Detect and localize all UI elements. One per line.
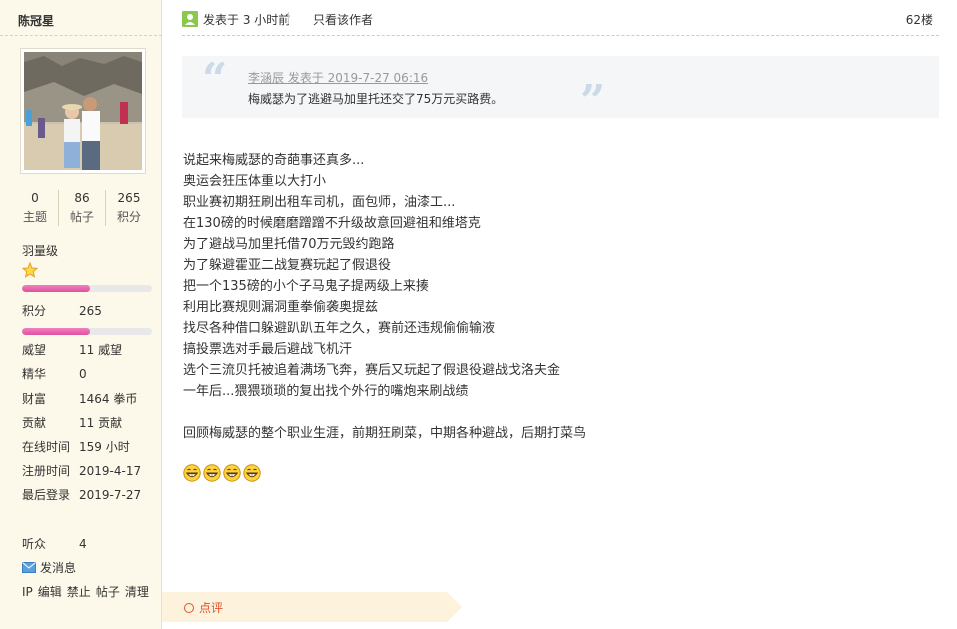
stat-value: 0	[31, 191, 39, 205]
star-icon	[22, 262, 38, 278]
quote-text: 梅威瑟为了逃避马加里托还交了75万元买路费。	[248, 92, 504, 106]
post-line: 把一个135磅的小个子马鬼子提两级上来揍	[183, 279, 429, 294]
comment-button[interactable]: 点评	[184, 599, 223, 616]
info-value: 2019-4-17	[79, 464, 142, 478]
comment-icon	[184, 602, 194, 613]
stat-points[interactable]: 265 积分	[106, 190, 152, 226]
avatar-photo	[24, 52, 142, 170]
info-label: 在线时间	[22, 440, 71, 454]
post-line: 为了躲避霍亚二战复赛玩起了假退役	[183, 258, 392, 273]
stat-label: 积分	[116, 210, 141, 224]
admin-link-posts[interactable]: 帖子	[96, 585, 120, 599]
comment-label: 点评	[199, 601, 224, 615]
admin-link-ip[interactable]: IP	[22, 585, 33, 599]
emoji-row	[183, 464, 263, 482]
post-line: 为了避战马加里托借70万元毁约跑路	[183, 237, 395, 252]
info-row-prestige: 威望 11 威望	[22, 341, 122, 358]
open-quote-icon: “	[202, 54, 228, 105]
info-value: 11 贡献	[79, 416, 123, 430]
info-value: 159 小时	[79, 440, 130, 454]
admin-link-edit[interactable]: 编辑	[38, 585, 62, 599]
post-line: 利用比赛规则漏洞重拳偷袭奥提兹	[183, 300, 379, 315]
close-quote-icon: ”	[580, 76, 606, 127]
info-value: 11 威望	[79, 343, 123, 357]
post-line: 找尽各种借口躲避趴趴五年之久，赛前还违规偷偷输液	[183, 321, 496, 336]
post-line: 在130磅的时候磨磨蹭蹭不升级故意回避祖和维塔克	[183, 216, 481, 231]
post-content: 说起来梅威瑟的奇葩事还真多... 奥运会狂压体重以大打小职业赛初期狂刷出租车司机，…	[183, 150, 923, 444]
admin-links: IP 编辑 禁止 帖子 清理	[22, 583, 154, 600]
grin-emoji-icon	[243, 464, 261, 482]
stat-posts[interactable]: 86 帖子	[59, 190, 106, 226]
info-value: 2019-7-27	[79, 488, 142, 502]
stat-value: 86	[74, 191, 90, 205]
info-row-online-time: 在线时间 159 小时	[22, 438, 130, 455]
points-label: 积分	[22, 304, 47, 318]
info-label: 精华	[22, 367, 47, 381]
info-label: 听众	[22, 537, 47, 551]
info-label: 贡献	[22, 416, 47, 430]
points-progress-bar	[22, 328, 152, 335]
floor-number[interactable]: 62楼	[906, 11, 933, 28]
divider	[182, 35, 939, 36]
points-progress-fill	[22, 328, 90, 335]
send-message-link[interactable]: 发消息	[22, 559, 76, 576]
post-time: 发表于 3 小时前	[203, 13, 291, 27]
quote-source-link[interactable]: 李涵辰 发表于 2019-7-27 06:16	[248, 69, 428, 86]
user-level[interactable]: 羽量级	[22, 242, 58, 259]
info-row-register-date: 注册时间 2019-4-17	[22, 462, 141, 479]
post-header: 发表于 3 小时前 只看该作者 62楼	[182, 10, 939, 28]
stat-label: 帖子	[69, 210, 94, 224]
author-name[interactable]: 陈冠星	[18, 12, 54, 29]
info-label: 财富	[22, 392, 47, 406]
mail-icon	[22, 562, 36, 573]
admin-link-clean[interactable]: 清理	[125, 585, 149, 599]
listeners-value[interactable]: 4	[79, 537, 87, 551]
send-message-label: 发消息	[40, 561, 77, 575]
info-row-wealth: 财富 1464 拳币	[22, 390, 137, 407]
info-label: 威望	[22, 343, 47, 357]
post-line: 职业赛初期狂刷出租车司机，面包师，油漆工...	[183, 195, 456, 210]
info-row-last-login: 最后登录 2019-7-27	[22, 486, 141, 503]
level-progress-bar	[22, 285, 152, 292]
info-row-digest: 精华 0	[22, 365, 87, 382]
post-line: 选个三流贝托被追着满场飞奔，赛后又玩起了假退役避战戈洛夫金	[183, 363, 561, 378]
only-author-link[interactable]: 只看该作者	[313, 11, 373, 28]
post-line: 奥运会狂压体重以大打小	[183, 174, 327, 189]
online-status-icon	[182, 11, 198, 27]
info-row-contribution: 贡献 11 贡献	[22, 414, 122, 431]
stat-threads[interactable]: 0 主题	[12, 190, 59, 226]
avatar[interactable]	[20, 48, 146, 174]
stat-label: 主题	[22, 210, 47, 224]
info-label: 最后登录	[22, 488, 71, 502]
grin-emoji-icon	[203, 464, 221, 482]
admin-link-ban[interactable]: 禁止	[67, 585, 91, 599]
grin-emoji-icon	[223, 464, 241, 482]
grin-emoji-icon	[183, 464, 201, 482]
quote-block: “ 李涵辰 发表于 2019-7-27 06:16 梅威瑟为了逃避马加里托还交了…	[182, 54, 939, 124]
info-row-listeners: 听众 4	[22, 535, 87, 552]
info-value: 0	[79, 367, 87, 381]
post-line: 一年后...猥猥琐琐的复出找个外行的嘴炮来刷战绩	[183, 384, 469, 399]
post-line: 说起来梅威瑟的奇葩事还真多...	[183, 153, 365, 168]
info-value: 1464 拳币	[79, 392, 138, 406]
user-stats: 0 主题 86 帖子 265 积分	[12, 190, 152, 226]
divider	[0, 35, 162, 36]
level-progress-fill	[22, 285, 90, 292]
info-label: 注册时间	[22, 464, 71, 478]
post-line: 搞投票选对手最后避战飞机汗	[183, 342, 353, 357]
points-value: 265	[79, 304, 102, 318]
author-sidebar: 陈冠星 0 主题 86 帖子 265 积分 羽量级 积分 265 威望 11 威…	[0, 0, 162, 629]
points-row: 积分 265	[22, 302, 102, 319]
post-line: 回顾梅威瑟的整个职业生涯，前期狂刷菜，中期各种避战，后期打菜鸟	[183, 426, 587, 441]
divider	[288, 12, 289, 24]
stat-value: 265	[117, 191, 141, 205]
